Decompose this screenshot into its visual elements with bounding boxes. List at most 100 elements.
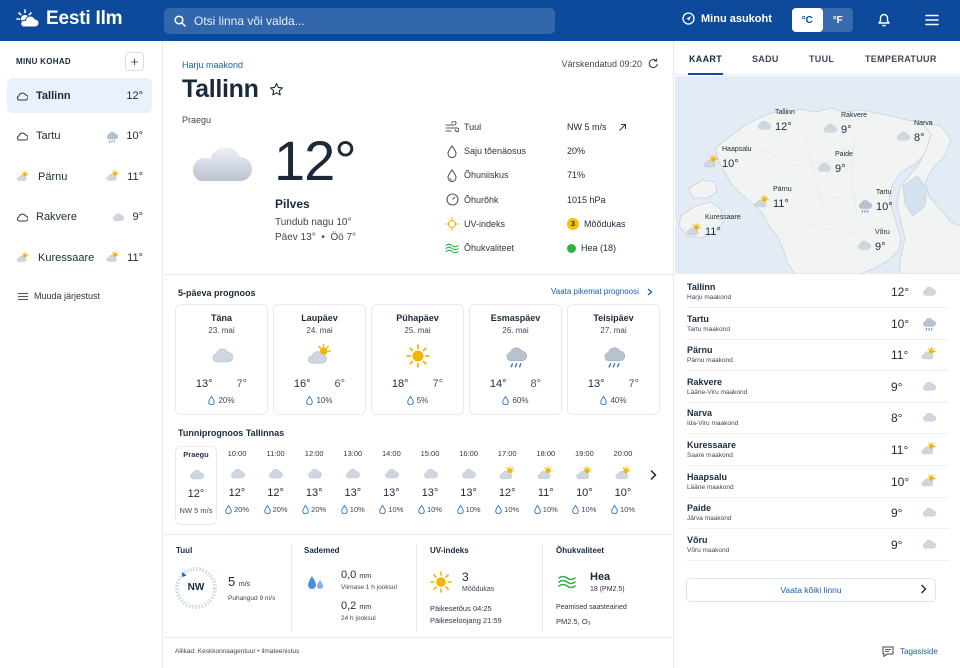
active-tab-indicator bbox=[688, 73, 723, 75]
city-list-row-narva[interactable]: Narva Ida-Viru maakond 8° bbox=[686, 403, 949, 435]
city-list-row-haapsalu[interactable]: Haapsalu Lääne maakond 10° bbox=[686, 467, 949, 498]
city-list-row-võru[interactable]: Võru Võru maakond 9° bbox=[686, 530, 949, 561]
map-marker-rakvere[interactable]: Rakvere 9° bbox=[821, 112, 867, 136]
city-list-name: Paide bbox=[687, 503, 712, 514]
hour-temp: 12° bbox=[267, 487, 284, 499]
forecast-day-card[interactable]: Teisipäev 27. mai 13° 7° 40% bbox=[567, 304, 660, 415]
map-marker-haapsalu[interactable]: Haapsalu 10° bbox=[702, 146, 752, 170]
sidebar-item-temp: 11° bbox=[127, 170, 143, 183]
search-input[interactable] bbox=[194, 14, 534, 28]
reorder-button[interactable]: Muuda järjestust bbox=[18, 291, 100, 301]
hourly-strip[interactable]: Praegu 12° NW 5 m/s 10:00 12° 20% 11:00 12° 20% 1… bbox=[175, 446, 654, 525]
night-temp: Öö 7° bbox=[330, 232, 357, 243]
detail-row-wind: Tuul NW 5 m/s bbox=[440, 119, 655, 135]
forecast-day-card[interactable]: Esmaspäev 26. mai 14° 8° 60% bbox=[469, 304, 562, 415]
map-marker-tallinn[interactable]: Tallinn 12° bbox=[755, 109, 795, 133]
city-list-row-rakvere[interactable]: Rakvere Lääne-Viru maakond 9° bbox=[686, 372, 949, 403]
search-box[interactable] bbox=[164, 8, 555, 34]
menu-icon[interactable] bbox=[925, 14, 939, 26]
cloud-icon bbox=[295, 466, 333, 482]
wind-speed-unit: m/s bbox=[238, 581, 251, 588]
bell-icon[interactable] bbox=[877, 12, 891, 27]
hour-extra-value: 10% bbox=[426, 505, 442, 514]
hourly-next-icon[interactable] bbox=[649, 469, 657, 481]
tab-temperatuur[interactable]: TEMPERATUUR bbox=[865, 54, 937, 64]
hour-time: 19:00 bbox=[575, 449, 594, 458]
city-list-row-tartu[interactable]: Tartu Tartu maakond 10° bbox=[686, 309, 949, 340]
drop-icon bbox=[495, 505, 502, 514]
detail-label: UV-indeks bbox=[464, 218, 506, 229]
cloud-icon bbox=[920, 379, 938, 397]
map-marker-kuressaare[interactable]: Kuressaare 11° bbox=[685, 214, 741, 238]
sidebar-item-temp: 12° bbox=[126, 89, 143, 102]
city-list-row-tallinn[interactable]: Tallinn Harju maakond 12° bbox=[686, 277, 949, 308]
map-marker-name: Narva bbox=[914, 120, 933, 127]
city-list-row-paide[interactable]: Paide Järva maakond 9° bbox=[686, 498, 949, 530]
hour-time: 11:00 bbox=[266, 449, 285, 458]
region-link[interactable]: Harju maakond bbox=[182, 60, 243, 70]
tab-tuul[interactable]: TUUL bbox=[809, 54, 834, 64]
detail-value: NW 5 m/s bbox=[567, 122, 627, 132]
forecast-high: 16° bbox=[293, 378, 311, 390]
unit-fahrenheit-button[interactable]: °F bbox=[823, 8, 854, 32]
drop-icon bbox=[225, 505, 232, 514]
cloud-icon bbox=[110, 211, 126, 224]
detail-value: 71% bbox=[567, 170, 585, 180]
tab-kaart[interactable]: KAART bbox=[689, 54, 722, 64]
cloud-icon bbox=[176, 467, 216, 483]
card-divider bbox=[416, 544, 417, 632]
drop-icon bbox=[456, 505, 464, 514]
hour-precip: 10% bbox=[488, 505, 526, 514]
forecast-high: 18° bbox=[391, 378, 409, 390]
city-list-temp: 10° bbox=[891, 316, 910, 331]
sidebar-item-rakvere[interactable]: Rakvere 9° bbox=[7, 200, 152, 235]
city-list-region: Lääne maakond bbox=[687, 483, 734, 491]
city-name: Tallinn bbox=[182, 75, 259, 103]
map-marker-temp: 10° bbox=[722, 158, 739, 170]
right-panel: KAART SADU TUUL TEMPERATUUR Tallinn 12° Rakve… bbox=[673, 41, 960, 668]
hour-time: 17:00 bbox=[497, 449, 517, 458]
forecast-day-card[interactable]: Laupäev 24. mai 16° 6° 10% bbox=[273, 304, 366, 415]
map-marker-võru[interactable]: Võru 9° bbox=[855, 229, 890, 253]
add-place-button[interactable]: + bbox=[125, 52, 144, 71]
sidebar-item-pärnu[interactable]: Pärnu 11° bbox=[7, 159, 152, 194]
map-marker-pärnu[interactable]: Pärnu 11° bbox=[753, 186, 792, 210]
map-marker-tartu[interactable]: Tartu 10° bbox=[856, 189, 893, 213]
city-list-row-pärnu[interactable]: Pärnu Pärnu maakond 11° bbox=[686, 340, 949, 372]
detail-row-humidity: Õhuniiskus 71% bbox=[440, 167, 655, 183]
longer-forecast-link[interactable]: Vaata pikemat prognoosi bbox=[551, 287, 653, 296]
air-quality-card: Õhukvaliteet Hea 18 (PM2.5) Peamised saa… bbox=[556, 546, 666, 632]
tab-sadu[interactable]: SADU bbox=[752, 54, 779, 64]
forecast-day-card[interactable]: Pühapäev 25. mai 18° 7° 5% bbox=[371, 304, 464, 415]
hour-wind: NW 5 m/s bbox=[176, 506, 216, 515]
map-marker-paide[interactable]: Paide 9° bbox=[815, 151, 853, 175]
forecast-day-temps: 13° 7° bbox=[568, 378, 659, 390]
forecast-day-temps: 18° 7° bbox=[372, 378, 463, 390]
forecast-day-card[interactable]: Täna 23. mai 13° 7° 20% bbox=[175, 304, 268, 415]
my-location-button[interactable]: Minu asukoht bbox=[682, 12, 772, 25]
all-cities-button[interactable]: Vaata kõiki linnu bbox=[686, 578, 936, 602]
cloud-rain-icon bbox=[16, 131, 28, 141]
weather-map[interactable]: Tallinn 12° Rakvere 9° Narva 8° Haapsalu 10° Pai… bbox=[675, 76, 960, 274]
map-marker-narva[interactable]: Narva 8° bbox=[894, 120, 933, 144]
sidebar-item-tartu[interactable]: Tartu 10° bbox=[7, 119, 152, 154]
sidebar-item-kuressaare[interactable]: Kuressaare 11° bbox=[7, 240, 152, 275]
partly-sunny-icon bbox=[920, 473, 938, 492]
refresh-icon[interactable] bbox=[648, 58, 659, 69]
hour-column: 17:00 12° 10% bbox=[488, 446, 526, 525]
sidebar-item-tallinn[interactable]: Tallinn 12° bbox=[7, 78, 152, 113]
favorite-star-icon[interactable] bbox=[269, 82, 284, 97]
location-outline-icon bbox=[16, 91, 28, 101]
day-temp: Päev 13° bbox=[275, 232, 316, 243]
unit-celsius-button[interactable]: °C bbox=[792, 8, 823, 32]
city-list-name: Tallinn bbox=[687, 282, 716, 292]
city-list-row-kuressaare[interactable]: Kuressaare Saare maakond 11° bbox=[686, 435, 949, 466]
app-logo[interactable]: Eesti Ilm bbox=[16, 8, 123, 30]
feels-like: Tundub nagu 10° bbox=[275, 217, 352, 228]
hour-column: 11:00 12° 20% bbox=[257, 446, 295, 525]
unit-toggle[interactable]: °C °F bbox=[792, 8, 853, 32]
map-marker-temp: 9° bbox=[841, 124, 852, 136]
city-list-name: Võru bbox=[687, 534, 708, 545]
cloud-icon bbox=[218, 466, 256, 482]
search-icon bbox=[174, 15, 186, 27]
